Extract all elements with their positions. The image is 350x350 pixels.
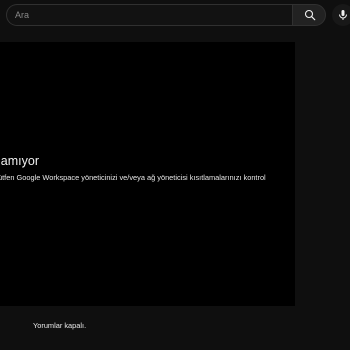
comments-disabled-notice: Yorumlar kapalı. (33, 321, 87, 330)
search-box[interactable] (6, 4, 292, 26)
microphone-icon (339, 10, 347, 20)
search-button[interactable] (292, 4, 326, 26)
top-bar (0, 0, 350, 30)
search-icon (304, 9, 316, 21)
player-error-message: ütfen Google Workspace yöneticinizi ve/v… (0, 173, 266, 182)
voice-search-button[interactable] (332, 4, 350, 26)
player-error-title: lamıyor (0, 154, 39, 168)
search-input[interactable] (15, 5, 285, 25)
video-player[interactable]: lamıyor ütfen Google Workspace yöneticin… (0, 42, 295, 306)
